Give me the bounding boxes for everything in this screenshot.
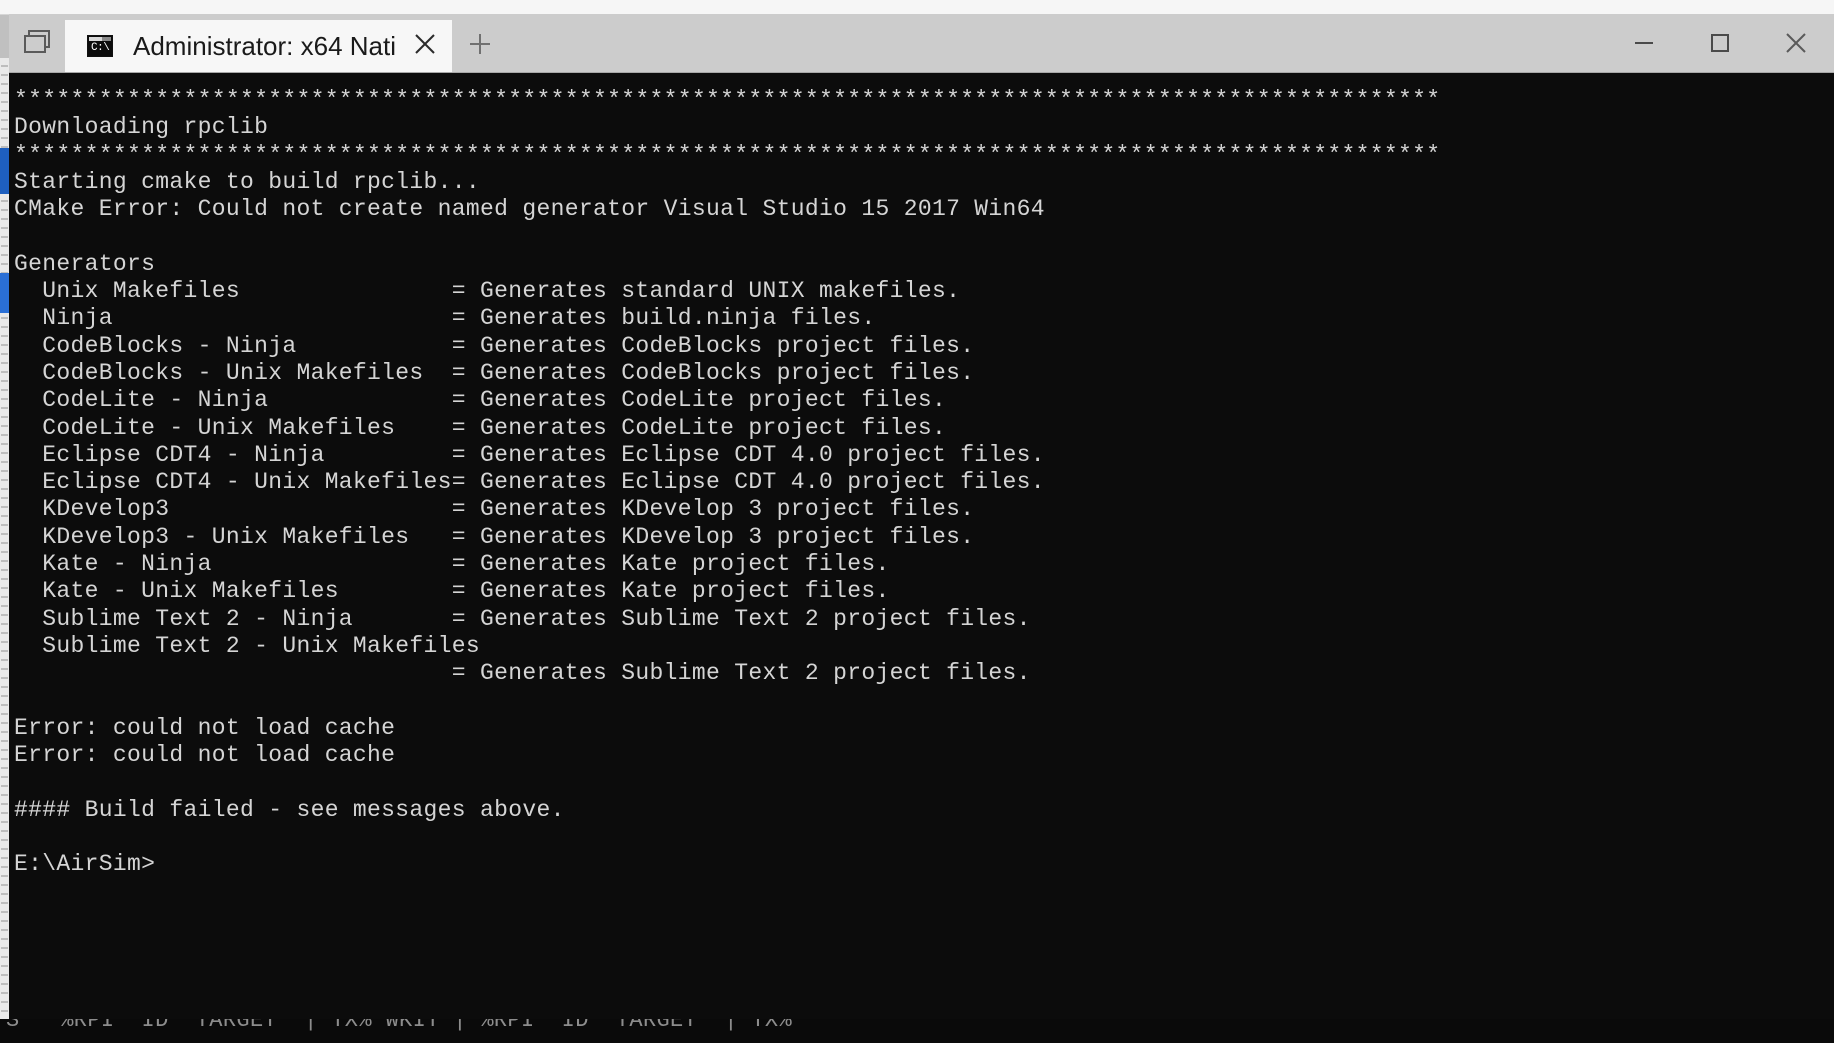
- maximize-icon: [1707, 30, 1733, 56]
- title-bar-drag-region[interactable]: [507, 14, 1606, 72]
- plus-icon: [467, 31, 493, 62]
- screen: , . , . , .: [0, 0, 1834, 1043]
- title-bar[interactable]: C:\ Administrator: x64 Nati: [9, 14, 1834, 73]
- close-window-icon: [1781, 28, 1811, 58]
- cmd-icon-prompt-text: C:\: [91, 42, 110, 54]
- new-tab-button[interactable]: [451, 20, 508, 72]
- terminal-window: C:\ Administrator: x64 Nati ************…: [9, 14, 1834, 1019]
- tab-list-button[interactable]: [9, 14, 65, 72]
- background-window-top-sliver: , . , . , .: [0, 0, 1834, 15]
- close-window-button[interactable]: [1758, 14, 1834, 72]
- window-controls: [1606, 14, 1834, 72]
- background-sliver-highlight-1: [0, 148, 9, 194]
- background-window-bottom-sliver: S %RPI ID TARGET | TX% WKIT | %RPI ID TA…: [0, 1019, 1834, 1043]
- tab-title: Administrator: x64 Nati: [133, 30, 396, 61]
- tab-list-icon: [22, 29, 52, 57]
- background-window-top-text: , . , . , .: [420, 0, 884, 1]
- cmd-icon-titlebar: [89, 37, 111, 41]
- tab-close-button[interactable]: [402, 23, 448, 69]
- console-output-area[interactable]: ****************************************…: [9, 73, 1834, 1019]
- maximize-button[interactable]: [1682, 14, 1758, 72]
- background-sliver-texture: [1, 58, 8, 1043]
- background-window-bottom-text: S %RPI ID TARGET | TX% WKIT | %RPI ID TA…: [6, 1019, 793, 1033]
- minimize-button[interactable]: [1606, 14, 1682, 72]
- cmd-prompt-icon: C:\: [87, 35, 113, 57]
- tab-administrator-x64-native[interactable]: C:\ Administrator: x64 Nati: [65, 20, 452, 72]
- minimize-icon: [1631, 30, 1657, 56]
- tab-strip: C:\ Administrator: x64 Nati: [9, 14, 508, 72]
- console-text: ****************************************…: [14, 87, 1441, 878]
- background-sliver-highlight-2: [0, 273, 9, 313]
- close-icon: [412, 31, 438, 62]
